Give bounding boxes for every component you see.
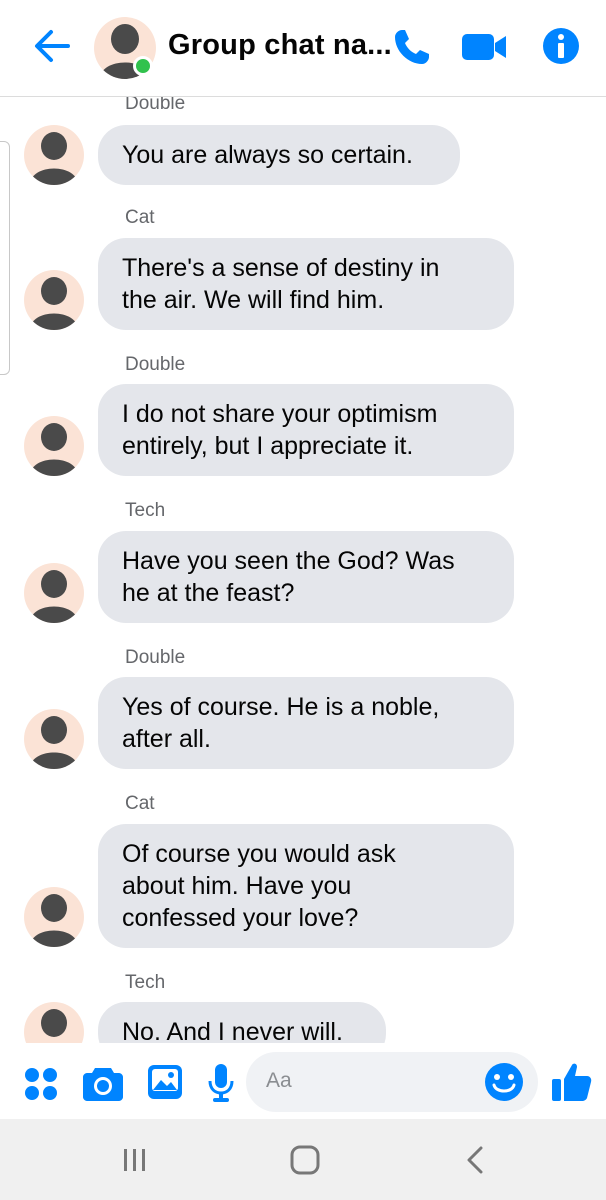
microphone-icon[interactable] [207, 1063, 235, 1103]
message-list[interactable]: Double You are always so certain. Cat Th… [0, 97, 606, 1043]
sender-name: Tech [125, 972, 166, 993]
sender-name: Double [125, 354, 186, 375]
message-bubble[interactable]: I do not share your optimism entirely, b… [98, 384, 514, 476]
sender-avatar[interactable] [24, 887, 84, 947]
sender-name: Double [125, 97, 186, 114]
back-icon[interactable] [464, 1146, 486, 1174]
message-text: Have you seen the God? Was he at the fea… [122, 547, 455, 607]
sender-avatar[interactable] [24, 1002, 84, 1043]
message-text: You are always so certain. [122, 141, 413, 169]
sender-avatar[interactable] [24, 709, 84, 769]
message-bubble[interactable]: No. And I never will. [98, 1002, 386, 1043]
sender-avatar[interactable] [24, 125, 84, 185]
sender-name: Cat [125, 207, 155, 228]
message-bubble[interactable]: Of course you would ask about him. Have … [98, 824, 514, 948]
message-bubble[interactable]: Have you seen the God? Was he at the fea… [98, 531, 514, 623]
chat-title[interactable]: Group chat na... [168, 29, 392, 62]
system-navigation-bar [0, 1119, 606, 1200]
scrollbar[interactable] [0, 141, 10, 375]
sender-avatar[interactable] [24, 270, 84, 330]
sender-name: Tech [125, 500, 166, 521]
back-arrow-icon[interactable] [32, 28, 72, 64]
message-input[interactable] [266, 1066, 466, 1096]
message-text: There's a sense of destiny in the air. W… [122, 254, 440, 314]
gallery-icon[interactable] [147, 1064, 183, 1100]
message-text: No. And I never will. [122, 1018, 343, 1043]
sender-avatar[interactable] [24, 563, 84, 623]
message-bubble[interactable]: Yes of course. He is a noble, after all. [98, 677, 514, 769]
message-input-container[interactable] [246, 1052, 538, 1112]
message-text: I do not share your optimism entirely, b… [122, 400, 438, 460]
message-bubble[interactable]: There's a sense of destiny in the air. W… [98, 238, 514, 330]
sender-name: Cat [125, 793, 155, 814]
message-text: Of course you would ask about him. Have … [122, 840, 396, 932]
video-camera-icon[interactable] [462, 32, 508, 62]
thumbs-up-icon[interactable] [552, 1061, 592, 1103]
message-bubble[interactable]: You are always so certain. [98, 125, 460, 185]
message-text: Yes of course. He is a noble, after all. [122, 693, 440, 753]
apps-icon[interactable] [24, 1067, 58, 1101]
home-icon[interactable] [289, 1144, 321, 1176]
phone-icon[interactable] [392, 27, 432, 67]
info-icon[interactable] [542, 27, 580, 65]
recent-apps-icon[interactable] [121, 1148, 149, 1172]
online-status-dot [133, 56, 153, 76]
sender-avatar[interactable] [24, 416, 84, 476]
message-composer [0, 1043, 606, 1119]
camera-icon[interactable] [83, 1065, 123, 1101]
emoji-icon[interactable] [484, 1062, 524, 1102]
chat-header: Group chat na... [0, 0, 606, 97]
sender-name: Double [125, 647, 186, 668]
